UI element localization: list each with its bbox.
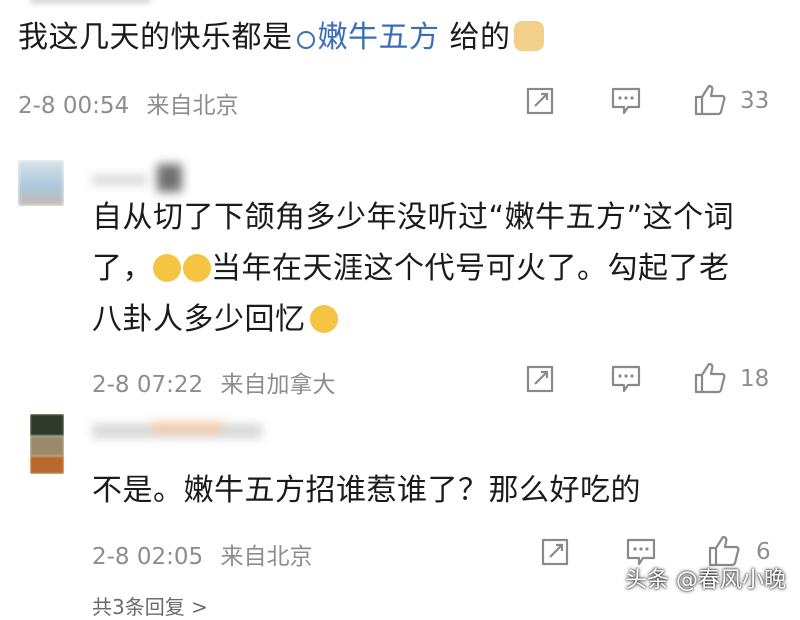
comment-1-meta: 2-8 00:54 来自北京 bbox=[18, 86, 238, 120]
comment-icon[interactable] bbox=[610, 86, 642, 116]
like-count: 33 bbox=[740, 88, 770, 114]
username-blurred[interactable] bbox=[92, 420, 262, 442]
comment-2-line-1: 自从切了下颌角多少年没听过“嫩牛五方”这个词 bbox=[92, 200, 735, 235]
share-icon[interactable] bbox=[540, 537, 570, 567]
topic-search-icon bbox=[296, 31, 315, 49]
comment-2-meta: 2-8 07:22 来自加拿大 bbox=[92, 365, 335, 399]
grin-emoji-icon bbox=[309, 305, 338, 333]
comment-2-line-2-prefix: 了， bbox=[92, 251, 153, 286]
laugh-cry-emoji-icon bbox=[183, 254, 211, 282]
comment-2-line-2: 了， 当年在天涯这个代号可火了。勾起了老 bbox=[92, 245, 730, 293]
avatar[interactable] bbox=[18, 160, 64, 206]
partial-username-top bbox=[30, 0, 150, 4]
comment-1-text-after: 给的 bbox=[439, 20, 511, 55]
comment-3-location: 来自北京 bbox=[220, 544, 313, 570]
share-icon[interactable] bbox=[525, 86, 555, 116]
watermark: 头条 @春风小晚 bbox=[625, 568, 786, 593]
comment-2-line-3: 八卦人多少回忆 bbox=[92, 296, 338, 344]
comment-3-text: 不是。嫩牛五方招谁惹谁了？那么好吃的 bbox=[92, 473, 641, 508]
comment-1-text-before: 我这几天的快乐都是 bbox=[18, 20, 293, 55]
comment-3-meta: 2-8 02:05 来自北京 bbox=[92, 537, 312, 571]
like-count: 18 bbox=[740, 366, 770, 392]
comment-2-location: 来自加拿大 bbox=[220, 372, 336, 398]
doge-emoji-icon bbox=[513, 21, 544, 51]
avatar[interactable] bbox=[30, 414, 64, 474]
more-replies-link[interactable]: 共3条回复 > bbox=[92, 591, 208, 620]
like-icon[interactable] bbox=[693, 361, 727, 395]
topic-link[interactable]: 嫩牛五方 bbox=[293, 20, 440, 55]
comment-1-time: 2-8 00:54 bbox=[18, 93, 130, 119]
comment-2-time: 2-8 07:22 bbox=[92, 372, 204, 398]
laugh-cry-emoji-icon bbox=[153, 254, 181, 282]
share-icon[interactable] bbox=[525, 364, 555, 394]
comment-3-time: 2-8 02:05 bbox=[92, 544, 204, 570]
comment-1-text: 我这几天的快乐都是 嫩牛五方 给的 bbox=[18, 14, 544, 62]
comment-2-line-2-rest: 当年在天涯这个代号可火了。勾起了老 bbox=[211, 251, 730, 286]
username-blurred[interactable] bbox=[92, 164, 182, 192]
like-icon[interactable] bbox=[693, 83, 727, 117]
comment-2-line-3-text: 八卦人多少回忆 bbox=[92, 302, 306, 337]
comment-1-location: 来自北京 bbox=[146, 93, 239, 119]
topic-label: 嫩牛五方 bbox=[317, 20, 440, 55]
comment-icon[interactable] bbox=[610, 364, 642, 394]
